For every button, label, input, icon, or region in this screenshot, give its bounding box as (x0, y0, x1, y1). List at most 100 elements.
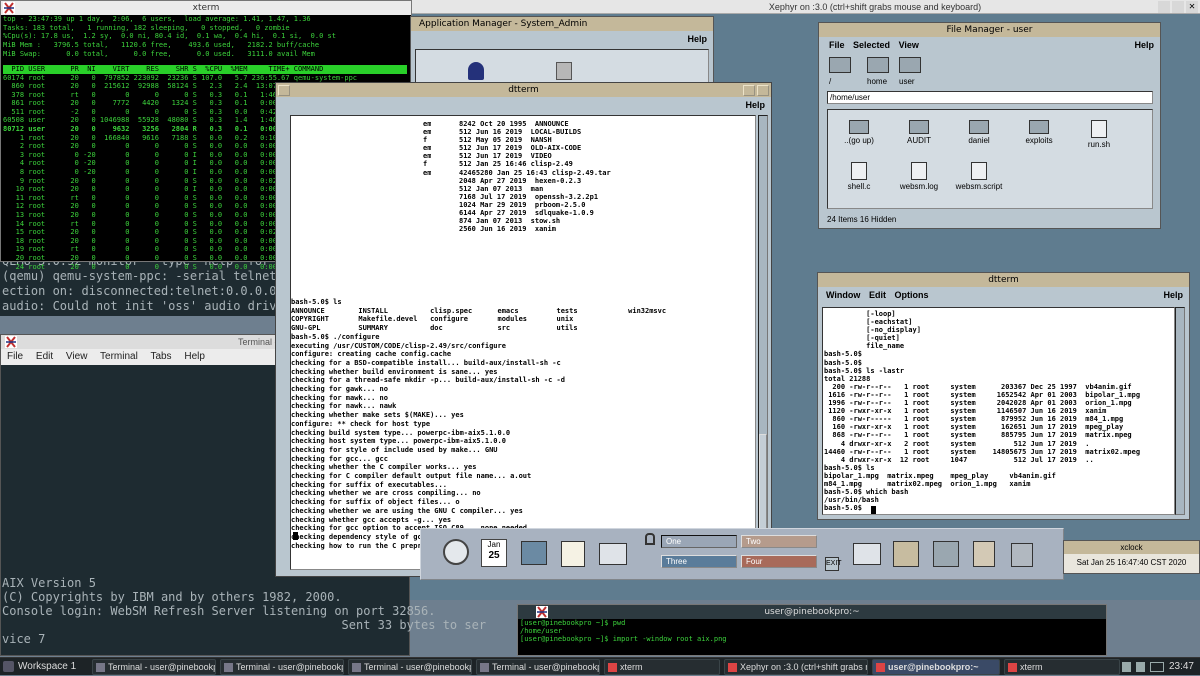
xephyr-titlebar[interactable]: Xephyr on :3.0 (ctrl+shift grabs mouse a… (410, 0, 1200, 14)
user-folder-icon[interactable] (899, 57, 921, 73)
taskbar-task-button[interactable]: xterm (1004, 659, 1120, 675)
dtterm-main-terminal[interactable]: em em f em em f em 8242 Oct 20 1995 ANNOUNCE 51… (290, 115, 756, 570)
dtterm-main-menubar: Help (276, 97, 771, 113)
terminal-line: ANNOUNCE INSTALL clisp.spec emacs tests … (291, 306, 667, 315)
close-button[interactable]: ✕ (1186, 1, 1198, 13)
file-item-label: websm.script (955, 182, 1003, 191)
terminal-line: checking whether we are cross compiling.… (291, 489, 481, 498)
printer-icon[interactable] (853, 543, 881, 565)
window-icon (728, 663, 737, 672)
dtterm-main-scrollbar[interactable] (758, 115, 768, 570)
taskbar-task-button[interactable]: Xephyr on :3.0 (ctrl+shift grabs mo (724, 659, 868, 675)
terminal-line: checking for suffix of object files... o (291, 498, 460, 507)
app-manager-icon[interactable] (933, 541, 959, 567)
file-item[interactable]: exploits (1010, 116, 1068, 158)
workspace-switcher[interactable]: Workspace 1 (18, 658, 76, 676)
xterm-titlebar[interactable]: xterm (1, 1, 411, 15)
maximize-button[interactable] (757, 85, 769, 96)
dtterm-right-scrollbar[interactable] (1175, 307, 1185, 515)
terminal-line: file_name (824, 342, 905, 351)
dtterm-main-help-menu[interactable]: Help (745, 97, 765, 113)
menu-file[interactable]: File (7, 351, 23, 362)
menu-help[interactable]: Help (184, 351, 205, 362)
battery-icon[interactable] (1150, 662, 1164, 672)
text-editor-icon[interactable] (561, 541, 585, 567)
xclock-titlebar[interactable]: xclock (1064, 541, 1199, 554)
taskbar-task-button[interactable]: user@pinebookpro:~ (872, 659, 1000, 675)
dtterm-right-help-menu[interactable]: Help (1163, 287, 1183, 303)
tools-icon[interactable] (556, 62, 572, 80)
dtterm-right-window[interactable]: dtterm Window Edit Options Help [-loop] … (817, 272, 1190, 520)
taskbar-task-button[interactable]: Terminal - user@pinebookpro: (220, 659, 344, 675)
file-item[interactable]: shell.c (830, 158, 888, 200)
crumb-home[interactable]: home (867, 77, 887, 86)
folder-icon (909, 120, 929, 134)
crumb-root[interactable]: / (829, 77, 831, 86)
menu-tabs[interactable]: Tabs (150, 351, 171, 362)
dtterm-right-terminal[interactable]: [-loop] [-eachstat] [-no_display] [-quie… (822, 307, 1175, 515)
menu-view[interactable]: View (66, 351, 88, 362)
console-line: Console login: WebSM Refresh Server list… (2, 604, 436, 618)
file-item[interactable]: ..(go up) (830, 116, 888, 158)
file-item[interactable]: run.sh (1070, 116, 1128, 158)
trash-icon[interactable] (1011, 543, 1033, 567)
root-folder-icon[interactable] (829, 57, 851, 73)
taskbar-task-button[interactable]: xterm (604, 659, 720, 675)
menu-edit[interactable]: Edit (869, 290, 886, 300)
network-icon[interactable] (1136, 662, 1145, 672)
dtterm-main-window[interactable]: dtterm Help em em f em em f em 8242 Oct 20 199… (275, 82, 772, 577)
taskbar-task-button[interactable]: Terminal - user@pinebookpro: (348, 659, 472, 675)
help-manager-icon[interactable] (973, 541, 995, 567)
file-manager-titlebar[interactable]: File Manager - user (819, 23, 1160, 37)
menu-view[interactable]: View (899, 40, 919, 50)
dtterm-main-titlebar[interactable]: dtterm (276, 83, 771, 97)
app-manager-titlebar[interactable]: Application Manager - System_Admin (411, 17, 713, 31)
bottom-xterm-window[interactable]: user@pinebookpro:~ [user@pinebookpro ~]$… (517, 604, 1107, 656)
terminal-line: 4 drwxr-xr-x 12 root 1047 512 Jul 17 201… (824, 455, 1094, 464)
menu-edit[interactable]: Edit (36, 351, 53, 362)
bottom-xterm-titlebar[interactable]: user@pinebookpro:~ (518, 605, 1106, 619)
taskbar-clock[interactable]: 23:47 (1169, 658, 1194, 676)
person-icon[interactable] (468, 62, 484, 80)
workspace-four-button[interactable]: Four (741, 555, 817, 568)
folder-icon (969, 120, 989, 134)
lock-icon[interactable] (645, 533, 655, 545)
volume-icon[interactable] (1122, 662, 1131, 672)
menu-terminal[interactable]: Terminal (100, 351, 138, 362)
menu-options[interactable]: Options (894, 290, 928, 300)
style-manager-icon[interactable] (893, 541, 919, 567)
workspace-two-button[interactable]: Two (741, 535, 817, 548)
terminal-line: bash-5.0$ which bash (824, 488, 909, 497)
file-item[interactable]: daniel (950, 116, 1008, 158)
taskbar-task-button[interactable]: Terminal - user@pinebookpro: (92, 659, 216, 675)
mailer-icon[interactable] (599, 543, 627, 565)
workspace-one-button[interactable]: One (661, 535, 737, 548)
home-folder-icon[interactable] (867, 57, 889, 73)
workspace-three-button[interactable]: Three (661, 555, 737, 568)
menu-file[interactable]: File (829, 40, 845, 50)
minimize-button[interactable] (1158, 1, 1170, 13)
file-manager-launcher-icon[interactable] (521, 541, 547, 565)
app-menu-icon[interactable] (3, 661, 14, 672)
file-manager-window[interactable]: File Manager - user File Selected View H… (818, 22, 1161, 229)
menu-window[interactable]: Window (826, 290, 860, 300)
terminal-line: /usr/bin/bash (824, 496, 879, 505)
clock-icon[interactable] (443, 539, 469, 565)
file-item[interactable]: AUDIT (890, 116, 948, 158)
xephyr-title: Xephyr on :3.0 (ctrl+shift grabs mouse a… (768, 2, 982, 12)
minimize-button[interactable] (743, 85, 755, 96)
exit-icon[interactable]: EXIT (825, 557, 842, 571)
calendar-icon[interactable]: Jan 25 (481, 539, 507, 567)
dtterm-right-titlebar[interactable]: dtterm (818, 273, 1189, 287)
maximize-button[interactable] (1172, 1, 1184, 13)
file-item[interactable]: websm.script (950, 158, 1008, 200)
file-manager-help-menu[interactable]: Help (1134, 37, 1154, 53)
window-menu-button[interactable] (278, 85, 290, 96)
crumb-user[interactable]: user (899, 77, 915, 86)
file-item[interactable]: websm.log (890, 158, 948, 200)
menu-selected[interactable]: Selected (853, 40, 890, 50)
path-field[interactable]: /home/user (827, 91, 1153, 104)
xclock-window[interactable]: xclock Sat Jan 25 16:47:40 CST 2020 (1063, 540, 1200, 574)
taskbar-task-button[interactable]: Terminal - user@pinebookpro: (476, 659, 600, 675)
app-manager-help-menu[interactable]: Help (687, 31, 707, 47)
